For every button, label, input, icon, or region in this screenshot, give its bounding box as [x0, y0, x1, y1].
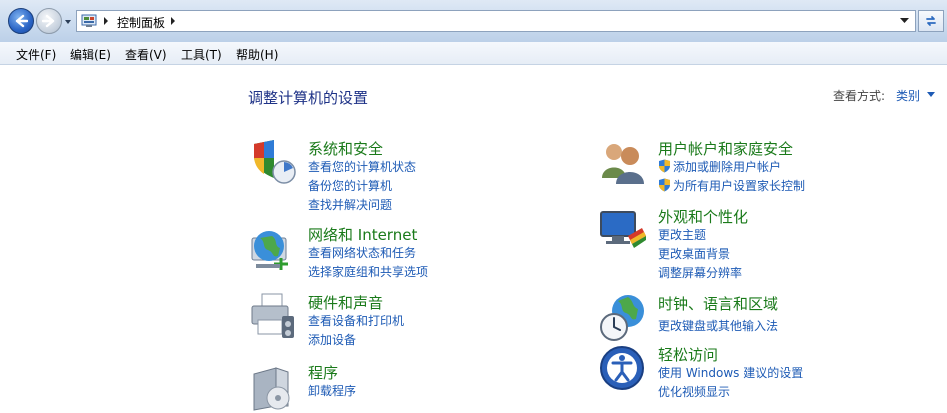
network-globe-icon[interactable] — [248, 224, 298, 274]
link-add-remove-accounts[interactable]: 添加或删除用户帐户 — [658, 158, 781, 175]
refresh-button[interactable] — [918, 10, 944, 32]
control-panel-content: 调整计算机的设置 查看方式: 类别 系统和安全 查看您的计算机状态 备份您的计算… — [0, 65, 947, 413]
link-change-background[interactable]: 更改桌面背景 — [658, 245, 730, 262]
menu-edit[interactable]: 编辑(E) — [70, 46, 111, 63]
link-troubleshoot[interactable]: 查找并解决问题 — [308, 196, 392, 213]
users-icon[interactable] — [598, 138, 648, 188]
link-homegroup-sharing[interactable]: 选择家庭组和共享选项 — [308, 263, 428, 280]
category-title-network-internet[interactable]: 网络和 Internet — [308, 224, 417, 245]
recent-pages-dropdown-icon[interactable] — [64, 18, 72, 26]
back-button[interactable] — [8, 8, 34, 34]
link-view-computer-status[interactable]: 查看您的计算机状态 — [308, 158, 416, 175]
menu-file[interactable]: 文件(F) — [16, 46, 56, 63]
link-optimize-display[interactable]: 优化视频显示 — [658, 383, 730, 400]
address-history-dropdown-icon[interactable] — [900, 18, 909, 24]
arrow-left-icon — [15, 14, 28, 28]
view-by-label: 查看方式: — [833, 89, 886, 103]
link-devices-printers[interactable]: 查看设备和打印机 — [308, 312, 404, 329]
breadcrumb-control-panel[interactable]: 控制面板 — [117, 14, 165, 31]
globe-clock-icon[interactable] — [598, 293, 648, 343]
category-title-programs[interactable]: 程序 — [308, 362, 338, 383]
refresh-icon — [926, 16, 936, 26]
page-title: 调整计算机的设置 — [248, 89, 369, 107]
category-title-clock-language[interactable]: 时钟、语言和区域 — [658, 293, 778, 314]
link-add-remove-accounts-text[interactable]: 添加或删除用户帐户 — [673, 160, 781, 174]
link-parental-controls[interactable]: 为所有用户设置家长控制 — [658, 177, 805, 194]
shield-icon[interactable] — [248, 138, 298, 188]
category-title-hardware-sound[interactable]: 硬件和声音 — [308, 292, 383, 313]
category-title-ease-of-access[interactable]: 轻松访问 — [658, 344, 718, 365]
category-title-user-accounts[interactable]: 用户帐户和家庭安全 — [658, 138, 793, 159]
address-bar[interactable]: 控制面板 — [76, 10, 916, 32]
menu-bar: 文件(F) 编辑(E) 查看(V) 工具(T) 帮助(H) — [0, 42, 947, 65]
view-by-dropdown-icon[interactable] — [927, 92, 935, 97]
category-title-system-security[interactable]: 系统和安全 — [308, 138, 383, 159]
navigation-bar: 控制面板 — [0, 0, 947, 43]
link-windows-recommended-settings[interactable]: 使用 Windows 建议的设置 — [658, 364, 803, 381]
breadcrumb-separator-icon[interactable] — [169, 16, 177, 26]
link-parental-controls-text[interactable]: 为所有用户设置家长控制 — [673, 179, 805, 193]
menu-view[interactable]: 查看(V) — [125, 46, 167, 63]
accessibility-icon[interactable] — [598, 344, 648, 394]
menu-tools[interactable]: 工具(T) — [181, 46, 222, 63]
programs-box-icon[interactable] — [248, 362, 298, 412]
link-add-device[interactable]: 添加设备 — [308, 331, 356, 348]
link-uninstall-program[interactable]: 卸载程序 — [308, 382, 356, 399]
forward-button[interactable] — [36, 8, 62, 34]
link-screen-resolution[interactable]: 调整屏幕分辨率 — [658, 264, 742, 281]
display-palette-icon[interactable] — [598, 206, 648, 256]
arrow-right-icon — [42, 14, 55, 28]
control-panel-icon — [81, 14, 97, 27]
uac-shield-icon — [659, 178, 670, 192]
uac-shield-icon — [659, 159, 670, 173]
category-title-appearance[interactable]: 外观和个性化 — [658, 206, 748, 227]
link-change-keyboard[interactable]: 更改键盘或其他输入法 — [658, 317, 778, 334]
link-network-status[interactable]: 查看网络状态和任务 — [308, 244, 416, 261]
link-backup-computer[interactable]: 备份您的计算机 — [308, 177, 392, 194]
view-by-selector[interactable]: 类别 — [896, 87, 920, 104]
printer-icon[interactable] — [248, 292, 298, 342]
breadcrumb-separator-icon[interactable] — [102, 16, 110, 26]
menu-help[interactable]: 帮助(H) — [236, 46, 278, 63]
link-change-theme[interactable]: 更改主题 — [658, 226, 706, 243]
